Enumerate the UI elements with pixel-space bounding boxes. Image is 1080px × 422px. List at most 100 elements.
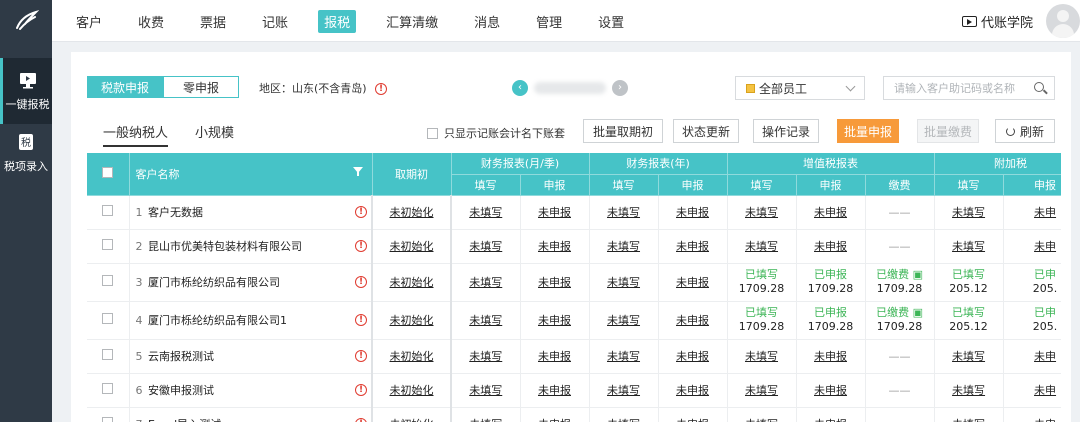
fin-year-declare-link[interactable]: 未申报 [676, 314, 709, 327]
academy-link[interactable]: 代账学院 [962, 12, 1033, 31]
sidebar-item-one-click-tax[interactable]: 一键报税 [0, 58, 52, 124]
customer-name[interactable]: 昆山市优美特包装材料有限公司 [148, 240, 302, 253]
surtax-fill-link[interactable]: 未填写 [952, 206, 985, 219]
status-update-button[interactable]: 状态更新 [673, 119, 739, 143]
row-checkbox[interactable] [102, 205, 114, 216]
surtax-declare-link[interactable]: 未申 [1034, 418, 1056, 422]
surtax-fill-status[interactable]: 已填写 [935, 268, 1003, 282]
vat-declare-link[interactable]: 未申报 [814, 418, 847, 422]
vat-pay-status[interactable]: 已缴费 ▣ [866, 306, 934, 320]
fin-year-fill-link[interactable]: 未填写 [607, 418, 640, 422]
show-my-accounts-option[interactable]: 只显示记账会计名下账套 [427, 125, 565, 141]
search-icon[interactable] [1034, 82, 1044, 92]
surtax-declare-link[interactable]: 未申 [1034, 240, 1056, 253]
customer-name[interactable]: 云南报税测试 [148, 350, 214, 363]
fin-year-declare-link[interactable]: 未申报 [676, 206, 709, 219]
fin-year-fill-link[interactable]: 未填写 [607, 314, 640, 327]
alert-icon[interactable]: ! [355, 206, 367, 218]
period-init-link[interactable]: 未初始化 [390, 206, 434, 219]
nav-item-charges[interactable]: 收费 [132, 10, 170, 33]
customer-name[interactable]: 安徽申报测试 [148, 384, 214, 397]
customer-name[interactable]: 厦门市栎纶纺织品有限公司1 [148, 314, 287, 327]
sidebar-item-tax-entry[interactable]: 税 税项录入 [0, 120, 52, 186]
fin-month-declare-link[interactable]: 未申报 [538, 206, 571, 219]
vat-fill-link[interactable]: 未填写 [745, 350, 778, 363]
nav-item-settings[interactable]: 设置 [592, 10, 630, 33]
prev-period-icon[interactable]: ‹ [512, 80, 528, 96]
period-init-link[interactable]: 未初始化 [390, 418, 434, 422]
vat-fill-status[interactable]: 已填写 [728, 306, 796, 320]
surtax-declare-status[interactable]: 已申 [1004, 306, 1061, 320]
row-checkbox[interactable] [102, 239, 114, 250]
surtax-fill-status[interactable]: 已填写 [935, 306, 1003, 320]
period-init-link[interactable]: 未初始化 [390, 276, 434, 289]
fin-year-declare-link[interactable]: 未申报 [676, 240, 709, 253]
nav-item-bookkeeping[interactable]: 记账 [256, 10, 294, 33]
fin-month-fill-link[interactable]: 未填写 [469, 240, 502, 253]
fin-month-declare-link[interactable]: 未申报 [538, 240, 571, 253]
period-init-link[interactable]: 未初始化 [390, 240, 434, 253]
vat-fill-link[interactable]: 未填写 [745, 384, 778, 397]
batch-init-button[interactable]: 批量取期初 [583, 119, 663, 143]
region-alert-icon[interactable]: ! [375, 83, 388, 95]
customer-name[interactable]: Excel导入测试 [148, 418, 221, 422]
search-input[interactable]: 请输入客户助记码或名称 [883, 76, 1055, 100]
vat-fill-link[interactable]: 未填写 [745, 206, 778, 219]
vat-declare-status[interactable]: 已申报 [797, 268, 865, 282]
nav-item-customers[interactable]: 客户 [70, 10, 108, 33]
period-init-link[interactable]: 未初始化 [390, 314, 434, 327]
surtax-fill-link[interactable]: 未填写 [952, 418, 985, 422]
nav-item-invoices[interactable]: 票据 [194, 10, 232, 33]
surtax-fill-link[interactable]: 未填写 [952, 384, 985, 397]
surtax-declare-link[interactable]: 未申 [1034, 350, 1056, 363]
alert-icon[interactable]: ! [355, 314, 367, 326]
fin-year-fill-link[interactable]: 未填写 [607, 350, 640, 363]
fin-month-fill-link[interactable]: 未填写 [469, 314, 502, 327]
show-my-accounts-checkbox[interactable] [427, 127, 438, 139]
nav-item-annual-settlement[interactable]: 汇算清缴 [380, 10, 444, 33]
fin-year-declare-link[interactable]: 未申报 [676, 350, 709, 363]
fin-year-fill-link[interactable]: 未填写 [607, 206, 640, 219]
nav-item-management[interactable]: 管理 [530, 10, 568, 33]
fin-month-fill-link[interactable]: 未填写 [469, 384, 502, 397]
vat-declare-link[interactable]: 未申报 [814, 384, 847, 397]
row-checkbox[interactable] [102, 275, 114, 286]
zero-declare-tab[interactable]: 零申报 [163, 76, 239, 98]
tab-small-scale[interactable]: 小规模 [195, 122, 234, 145]
vat-declare-status[interactable]: 已申报 [797, 306, 865, 320]
row-checkbox[interactable] [102, 349, 114, 360]
fin-month-declare-link[interactable]: 未申报 [538, 314, 571, 327]
nav-item-messages[interactable]: 消息 [468, 10, 506, 33]
alert-icon[interactable]: ! [355, 418, 367, 422]
vat-pay-status[interactable]: 已缴费 ▣ [866, 268, 934, 282]
vat-declare-link[interactable]: 未申报 [814, 206, 847, 219]
surtax-declare-link[interactable]: 未申 [1034, 384, 1056, 397]
fin-year-fill-link[interactable]: 未填写 [607, 276, 640, 289]
operation-log-button[interactable]: 操作记录 [753, 119, 819, 143]
surtax-fill-link[interactable]: 未填写 [952, 350, 985, 363]
fin-month-fill-link[interactable]: 未填写 [469, 206, 502, 219]
row-checkbox[interactable] [102, 313, 114, 324]
fin-year-declare-link[interactable]: 未申报 [676, 384, 709, 397]
period-init-link[interactable]: 未初始化 [390, 350, 434, 363]
fin-month-declare-link[interactable]: 未申报 [538, 384, 571, 397]
vat-fill-link[interactable]: 未填写 [745, 418, 778, 422]
alert-icon[interactable]: ! [355, 350, 367, 362]
alert-icon[interactable]: ! [355, 276, 367, 288]
next-period-icon[interactable]: › [612, 80, 628, 96]
customer-name[interactable]: 厦门市栎纶纺织品有限公司 [148, 276, 280, 289]
nav-item-tax[interactable]: 报税 [318, 9, 357, 33]
customer-name[interactable]: 客户无数据 [148, 206, 203, 219]
fin-year-fill-link[interactable]: 未填写 [607, 240, 640, 253]
fin-month-fill-link[interactable]: 未填写 [469, 276, 502, 289]
vat-declare-link[interactable]: 未申报 [814, 240, 847, 253]
fin-year-declare-link[interactable]: 未申报 [676, 276, 709, 289]
filter-icon[interactable] [352, 167, 363, 176]
row-checkbox[interactable] [102, 417, 114, 422]
fin-year-fill-link[interactable]: 未填写 [607, 384, 640, 397]
fin-month-declare-link[interactable]: 未申报 [538, 276, 571, 289]
fin-year-declare-link[interactable]: 未申报 [676, 418, 709, 422]
select-all-checkbox[interactable] [102, 166, 114, 178]
surtax-fill-link[interactable]: 未填写 [952, 240, 985, 253]
alert-icon[interactable]: ! [355, 240, 367, 252]
